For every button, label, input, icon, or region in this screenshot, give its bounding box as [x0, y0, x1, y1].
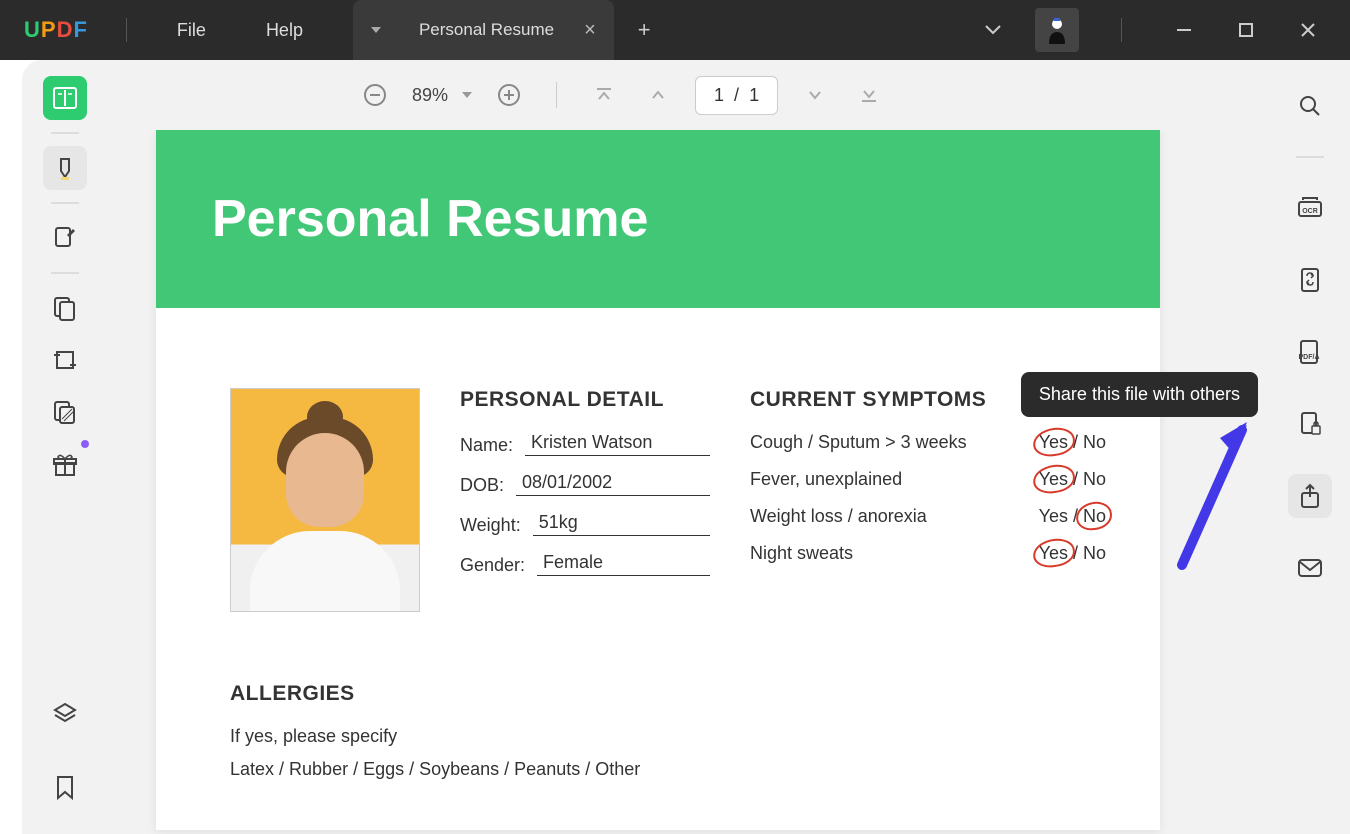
allergies-line: Latex / Rubber / Eggs / Soybeans / Peanu… — [230, 759, 1106, 780]
separator — [51, 272, 79, 274]
zoom-out-button[interactable] — [358, 78, 392, 112]
symptom-label: Cough / Sputum > 3 weeks — [750, 432, 967, 453]
title-bar: UPDF File Help Personal Resume × + — [0, 0, 1350, 60]
section-heading: PERSONAL DETAIL — [460, 388, 710, 412]
pdfa-button[interactable]: PDF/A — [1288, 330, 1332, 374]
divider — [556, 82, 557, 108]
document-toolbar: 89% 1 / 1 — [108, 60, 1270, 130]
dob-value: 08/01/2002 — [516, 472, 710, 496]
gender-value: Female — [537, 552, 710, 576]
edit-tool[interactable] — [43, 216, 87, 260]
divider — [126, 18, 127, 42]
document-tab[interactable]: Personal Resume × — [353, 0, 614, 60]
doc-title: Personal Resume — [212, 189, 648, 249]
weight-value: 51kg — [533, 512, 710, 536]
dropdown-icon[interactable] — [973, 10, 1013, 50]
profile-photo — [230, 388, 420, 612]
next-page-button[interactable] — [798, 78, 832, 112]
minimize-button[interactable] — [1164, 10, 1204, 50]
zoom-level[interactable]: 89% — [412, 85, 472, 106]
content-column: 89% 1 / 1 — [108, 60, 1270, 834]
gender-label: Gender: — [460, 555, 525, 576]
separator — [51, 202, 79, 204]
gift-tool[interactable] — [43, 442, 87, 486]
symptom-label: Weight loss / anorexia — [750, 506, 927, 527]
reader-tool[interactable] — [43, 76, 87, 120]
dob-label: DOB: — [460, 475, 504, 496]
name-value: Kristen Watson — [525, 432, 710, 456]
organize-tool[interactable] — [43, 286, 87, 330]
zoom-dropdown-icon — [462, 92, 472, 98]
left-sidebar — [22, 60, 108, 834]
page-total: 1 — [749, 85, 759, 106]
symptom-label: Night sweats — [750, 543, 853, 564]
weight-label: Weight: — [460, 515, 521, 536]
convert-button[interactable] — [1288, 258, 1332, 302]
svg-text:PDF/A: PDF/A — [1299, 354, 1320, 361]
separator — [1296, 156, 1324, 158]
menu-file[interactable]: File — [147, 20, 236, 41]
symptom-yn: Yes / No — [1039, 543, 1106, 564]
crop-tool[interactable] — [43, 338, 87, 382]
symptom-yn: Yes / No — [1039, 432, 1106, 453]
ocr-button[interactable]: OCR — [1288, 186, 1332, 230]
close-button[interactable] — [1288, 10, 1328, 50]
last-page-button[interactable] — [852, 78, 886, 112]
zoom-in-button[interactable] — [492, 78, 526, 112]
page-current: 1 — [714, 85, 724, 106]
mail-button[interactable] — [1288, 546, 1332, 590]
app-logo: UPDF — [24, 17, 88, 43]
page-sep: / — [734, 85, 739, 106]
search-button[interactable] — [1288, 84, 1332, 128]
layers-icon[interactable] — [43, 692, 87, 736]
symptoms-section: CURRENT SYMPTOMS Cough / Sputum > 3 week… — [750, 388, 1106, 612]
zoom-value: 89% — [412, 85, 448, 106]
bookmark-icon[interactable] — [43, 766, 87, 810]
tab-dropdown-icon[interactable] — [371, 27, 381, 33]
symptom-yn: Yes / No — [1039, 506, 1106, 527]
new-tab-button[interactable]: + — [638, 17, 651, 43]
prev-page-button[interactable] — [641, 78, 675, 112]
main-area: 89% 1 / 1 — [22, 60, 1350, 834]
name-label: Name: — [460, 435, 513, 456]
symptom-label: Fever, unexplained — [750, 469, 902, 490]
pdf-document: Personal Resume PERSONAL DETAIL Name: Kri… — [156, 130, 1160, 830]
notification-dot — [81, 440, 89, 448]
document-viewport[interactable]: Personal Resume PERSONAL DETAIL Name: Kri… — [108, 130, 1270, 834]
tab-close-icon[interactable]: × — [584, 19, 596, 42]
section-heading: ALLERGIES — [230, 682, 1106, 706]
highlight-tool[interactable] — [43, 146, 87, 190]
allergies-section: ALLERGIES If yes, please specify Latex /… — [156, 652, 1160, 822]
symptom-yn: Yes / No — [1039, 469, 1106, 490]
share-tooltip: Share this file with others — [1021, 372, 1258, 417]
tab-title: Personal Resume — [419, 20, 554, 40]
right-sidebar: OCR PDF/A — [1270, 60, 1350, 834]
protect-button[interactable] — [1288, 402, 1332, 446]
menu-help[interactable]: Help — [236, 20, 333, 41]
personal-detail-section: PERSONAL DETAIL Name: Kristen Watson DOB:… — [460, 388, 710, 612]
user-avatar[interactable] — [1035, 8, 1079, 52]
allergies-line: If yes, please specify — [230, 726, 1106, 747]
watermark-tool[interactable] — [43, 390, 87, 434]
divider — [1121, 18, 1122, 42]
doc-header: Personal Resume — [156, 130, 1160, 308]
svg-text:OCR: OCR — [1302, 208, 1318, 215]
page-indicator[interactable]: 1 / 1 — [695, 76, 778, 115]
share-button[interactable] — [1288, 474, 1332, 518]
maximize-button[interactable] — [1226, 10, 1266, 50]
separator — [51, 132, 79, 134]
first-page-button[interactable] — [587, 78, 621, 112]
